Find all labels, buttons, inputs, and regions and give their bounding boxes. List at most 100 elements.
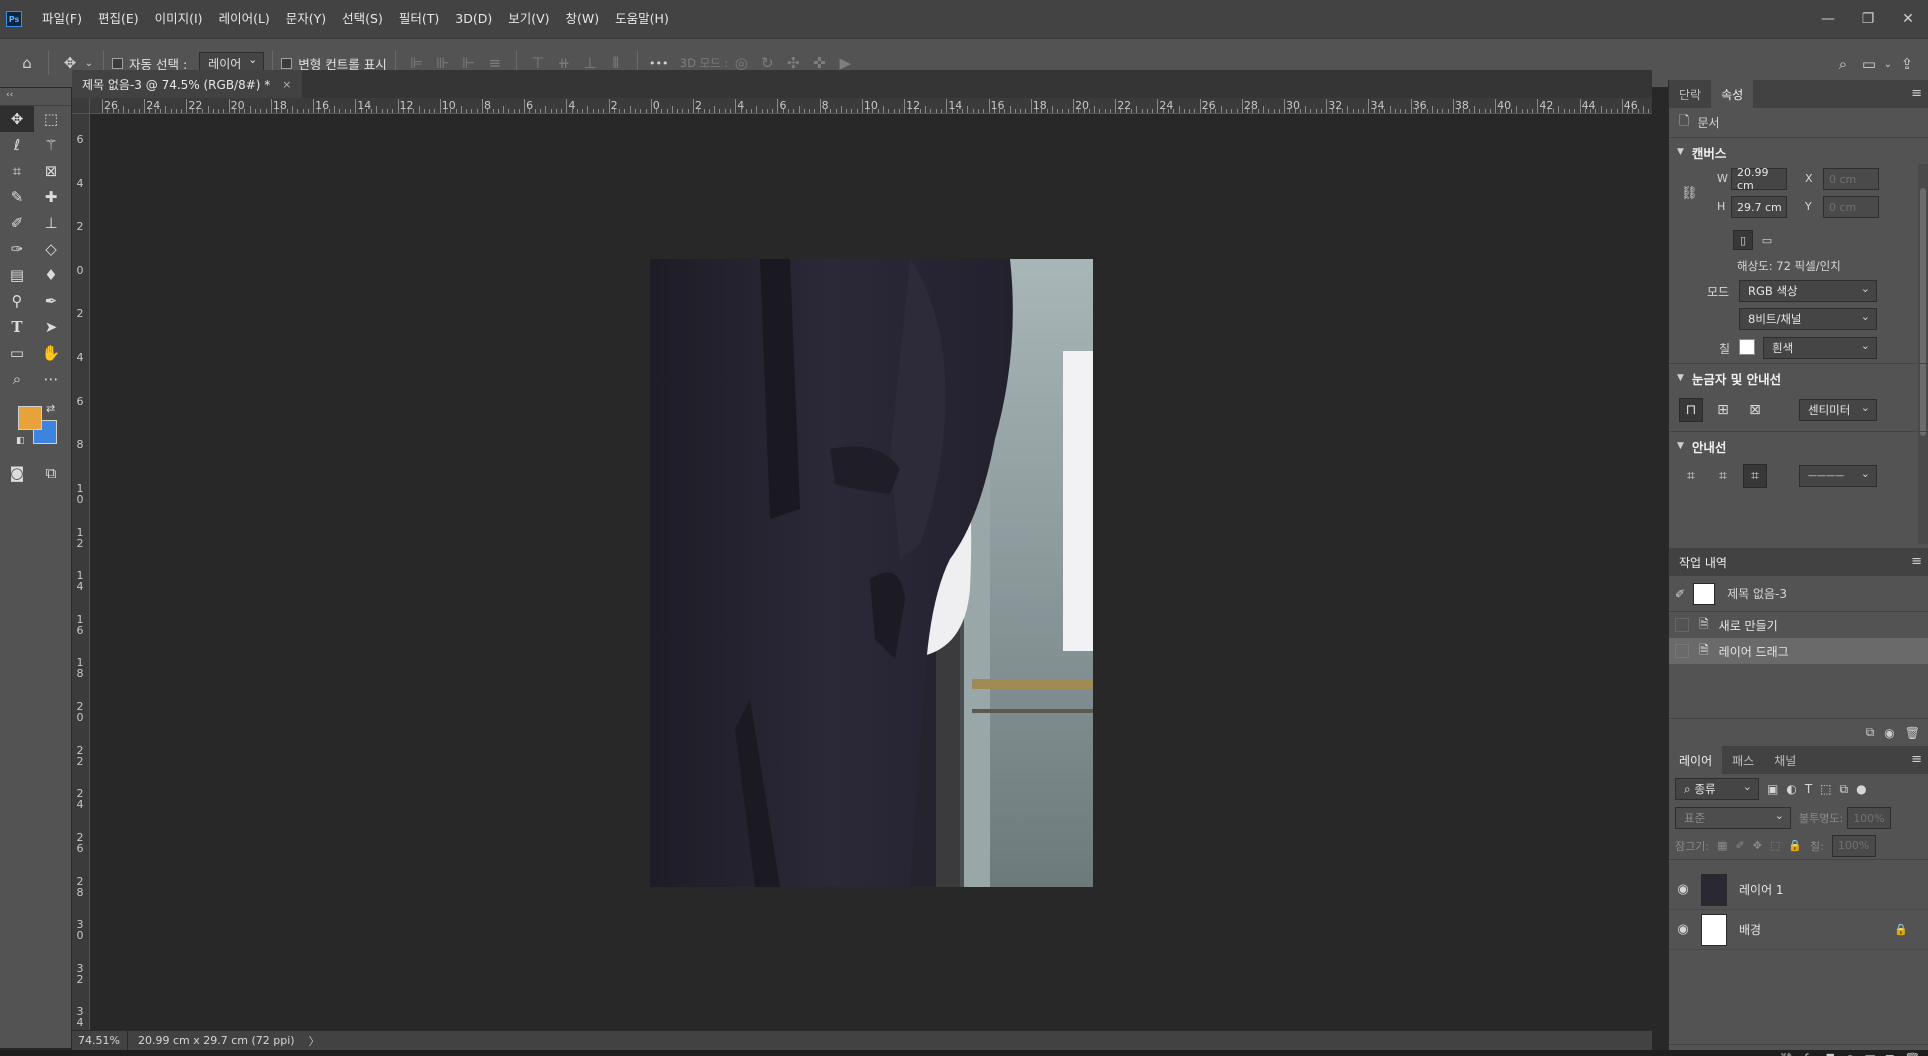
- tab-layers[interactable]: 레이어: [1669, 746, 1723, 774]
- height-field[interactable]: 29.7 cm: [1731, 196, 1787, 218]
- units-dropdown[interactable]: 센티미터: [1799, 399, 1877, 421]
- grid-toggle-icon[interactable]: ⊞: [1711, 398, 1735, 422]
- menu-window[interactable]: 창(W): [558, 0, 608, 38]
- collapse-toolbar-icon[interactable]: ‹‹: [0, 88, 71, 106]
- panel-menu-icon[interactable]: ≡: [1911, 554, 1922, 569]
- menu-filter[interactable]: 필터(T): [391, 0, 447, 38]
- guides-section-header[interactable]: ▼ 안내선: [1669, 432, 1928, 460]
- horizontal-ruler[interactable]: 26 24 22 20 18 16 14 12 10 8 6 4 2 0 2 4 6 8 10 12 14 16 18 20 2…: [90, 98, 1652, 114]
- crop-tool-icon[interactable]: ⌗: [0, 158, 34, 184]
- filter-smart-object-icon[interactable]: ⧉: [1840, 782, 1849, 797]
- history-brush-icon[interactable]: ✑: [0, 236, 34, 262]
- screen-mode-icon[interactable]: ⧉: [34, 460, 68, 486]
- type-tool-icon[interactable]: T: [0, 314, 34, 340]
- mode-dropdown[interactable]: RGB 색상: [1739, 280, 1877, 302]
- lock-artboard-icon[interactable]: ⬚: [1770, 839, 1780, 852]
- guide-icon[interactable]: ⌗: [1679, 464, 1703, 488]
- blur-tool-icon[interactable]: ♦: [34, 262, 68, 288]
- magic-wand-icon[interactable]: ⚚: [34, 132, 68, 158]
- bit-depth-dropdown[interactable]: 8비트/채널: [1739, 308, 1877, 330]
- history-brush-source-icon[interactable]: ✐: [1675, 587, 1685, 601]
- share-icon[interactable]: ⇪: [1894, 51, 1920, 77]
- adjustment-layer-icon[interactable]: ◐: [1845, 1052, 1855, 1056]
- add-mask-icon[interactable]: ◘: [1825, 1052, 1835, 1056]
- smart-guides-icon[interactable]: ⌗: [1743, 464, 1767, 488]
- filter-shape-icon[interactable]: ⬚: [1820, 782, 1831, 796]
- tab-channels[interactable]: 채널: [1764, 746, 1806, 774]
- vertical-ruler[interactable]: 6420246810121416182022242628303234: [72, 114, 90, 1030]
- dodge-tool-icon[interactable]: ⚲: [0, 288, 34, 314]
- menu-image[interactable]: 이미지(I): [147, 0, 211, 38]
- rectangle-tool-icon[interactable]: ▭: [0, 340, 34, 366]
- eye-icon[interactable]: ◉: [1669, 922, 1697, 937]
- brush-tool-icon[interactable]: ✐: [0, 210, 34, 236]
- workspace-icon[interactable]: ▭: [1856, 51, 1882, 77]
- lock-all-icon[interactable]: 🔒: [1788, 839, 1802, 852]
- panel-menu-icon[interactable]: ≡: [1911, 752, 1922, 767]
- chevron-down-icon[interactable]: ⌄: [1882, 51, 1894, 77]
- layer-row[interactable]: ◉ 레이어 1: [1669, 870, 1928, 910]
- filter-pixel-icon[interactable]: ▣: [1767, 782, 1778, 796]
- guide-style-dropdown[interactable]: ————: [1799, 465, 1877, 487]
- marquee-tool-icon[interactable]: ⬚: [34, 106, 68, 132]
- history-item[interactable]: 🗎 레이어 드래그: [1669, 638, 1928, 664]
- y-field[interactable]: 0 cm: [1823, 196, 1879, 218]
- ruler-toggle-icon[interactable]: ⊓: [1679, 398, 1703, 422]
- healing-brush-icon[interactable]: ✚: [34, 184, 68, 210]
- trash-icon[interactable]: 🗑: [1905, 726, 1920, 740]
- menu-3d[interactable]: 3D(D): [447, 0, 500, 38]
- tab-properties[interactable]: 속성: [1711, 80, 1754, 108]
- pixel-grid-icon[interactable]: ⊠: [1743, 398, 1767, 422]
- history-snapshot[interactable]: ✐ 제목 없음-3: [1669, 576, 1928, 612]
- close-button[interactable]: ✕: [1888, 0, 1928, 38]
- guide-layout-icon[interactable]: ⌗: [1711, 464, 1735, 488]
- document-tab[interactable]: 제목 없음-3 @ 74.5% (RGB/8#) * ×: [72, 70, 302, 98]
- menu-type[interactable]: 문자(Y): [278, 0, 334, 38]
- layer-name[interactable]: 배경: [1739, 921, 1761, 938]
- foreground-color-swatch[interactable]: [18, 406, 42, 430]
- lock-position-icon[interactable]: ✥: [1753, 839, 1762, 852]
- hand-tool-icon[interactable]: ✋: [34, 340, 68, 366]
- gradient-tool-icon[interactable]: ▤: [0, 262, 34, 288]
- search-icon[interactable]: ⌕: [1830, 51, 1856, 77]
- history-item[interactable]: 🗎 새로 만들기: [1669, 612, 1928, 638]
- history-checkbox[interactable]: [1675, 618, 1689, 632]
- rulers-grids-section-header[interactable]: ▼ 눈금자 및 안내선: [1669, 364, 1928, 392]
- document-canvas[interactable]: [650, 259, 1093, 887]
- ruler-origin[interactable]: [72, 98, 90, 114]
- move-tool-icon[interactable]: ✥: [0, 106, 34, 132]
- more-tools-icon[interactable]: ⋯: [34, 366, 68, 392]
- frame-tool-icon[interactable]: ⊠: [34, 158, 68, 184]
- tab-paragraph[interactable]: 단락: [1669, 80, 1711, 108]
- lock-transparent-icon[interactable]: ▦: [1717, 839, 1727, 852]
- portrait-icon[interactable]: ▯: [1733, 230, 1753, 250]
- status-menu-arrow-icon[interactable]: 〉: [309, 1033, 320, 1049]
- layer-row[interactable]: ◉ 배경 🔒: [1669, 910, 1928, 950]
- default-colors-icon[interactable]: ◧: [16, 436, 25, 446]
- blend-mode-dropdown[interactable]: 표준: [1675, 807, 1791, 829]
- path-select-icon[interactable]: ➤: [34, 314, 68, 340]
- menu-layer[interactable]: 레이어(L): [211, 0, 278, 38]
- zoom-tool-icon[interactable]: ⌕: [0, 366, 34, 392]
- swap-colors-icon[interactable]: ⇄: [46, 402, 55, 415]
- new-document-from-state-icon[interactable]: ⧉: [1866, 725, 1875, 740]
- minimize-button[interactable]: —: [1808, 0, 1848, 38]
- lasso-tool-icon[interactable]: ℓ: [0, 132, 34, 158]
- new-group-icon[interactable]: ▆: [1865, 1052, 1874, 1056]
- tab-history[interactable]: 작업 내역: [1669, 548, 1737, 576]
- eye-icon[interactable]: ◉: [1669, 882, 1697, 897]
- menu-select[interactable]: 선택(S): [334, 0, 391, 38]
- canvas-area[interactable]: [90, 115, 1652, 1030]
- stamp-tool-icon[interactable]: ⊥: [34, 210, 68, 236]
- filter-toggle-icon[interactable]: ●: [1856, 782, 1866, 796]
- close-tab-icon[interactable]: ×: [282, 78, 291, 91]
- link-layers-icon[interactable]: ⛓: [1779, 1052, 1794, 1056]
- opacity-field[interactable]: 100%: [1847, 807, 1892, 829]
- layer-name[interactable]: 레이어 1: [1739, 881, 1784, 898]
- landscape-icon[interactable]: ▭: [1757, 230, 1777, 250]
- fx-icon[interactable]: fx: [1804, 1052, 1815, 1056]
- new-layer-icon[interactable]: ⊞: [1885, 1052, 1895, 1056]
- layer-filter-dropdown[interactable]: ⌕ 종류: [1675, 778, 1759, 800]
- trash-icon[interactable]: 🗑: [1905, 1052, 1920, 1056]
- eyedropper-icon[interactable]: ✎: [0, 184, 34, 210]
